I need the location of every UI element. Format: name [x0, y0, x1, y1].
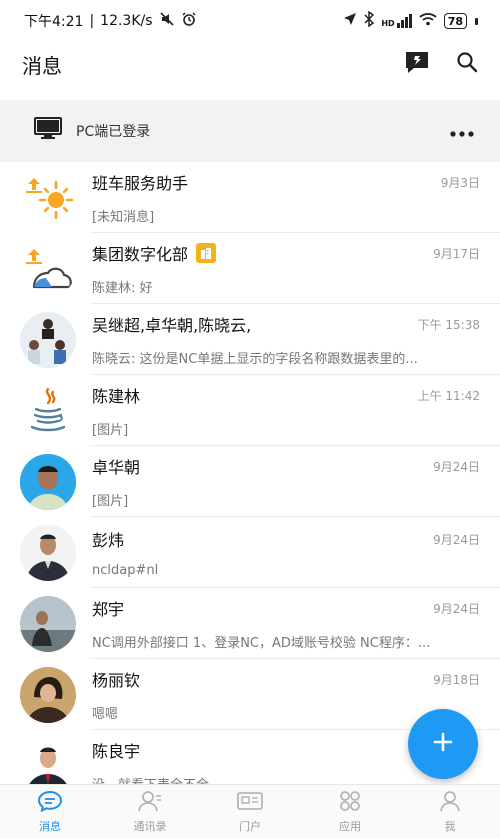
conversation-name: 集团数字化部 [92, 245, 189, 264]
battery-cap [475, 17, 478, 25]
tab-label: 我 [444, 819, 456, 833]
conversation-body: 班车服务助手 9月3日 [未知消息] [92, 170, 480, 225]
conversation-item[interactable]: 吴继超,卓华朝,陈晓云, 下午 15:38 陈晓云: 这份是NC单据上显示的字段… [0, 304, 500, 375]
conversation-body: 陈建林 上午 11:42 [图片] [92, 383, 480, 438]
conversation-time: 9月17日 [433, 246, 480, 261]
conversation-name: 彭炜 [92, 531, 125, 550]
conversation-preview: [未知消息] [92, 210, 155, 225]
bus-service-avatar [20, 170, 76, 226]
group-dept-avatar [20, 241, 76, 297]
conversation-item[interactable]: 卓华朝 9月24日 [图片] [0, 446, 500, 517]
tab-contacts[interactable]: 通讯录 [100, 785, 200, 838]
conversation-body: 郑宇 9月24日 NC调用外部接口 1、登录NC，AD域账号校验 NC程序：..… [92, 596, 480, 651]
status-separator: | [89, 13, 95, 29]
user-photo-avatar [20, 595, 76, 652]
conversation-time: 9月18日 [433, 672, 480, 687]
pc-login-banner[interactable]: PC端已登录 [0, 100, 500, 162]
pc-banner-left: PC端已登录 [34, 117, 150, 145]
conversation-preview: ncldap#nl [92, 563, 159, 578]
tab-me[interactable]: 我 [400, 785, 500, 838]
tab-messages[interactable]: 消息 [0, 785, 100, 838]
tab-apps[interactable]: 应用 [300, 785, 400, 838]
monitor-icon [34, 117, 62, 145]
conversation-name: 郑宇 [92, 600, 125, 619]
conversation-body: 彭炜 9月24日 ncldap#nl [92, 527, 480, 578]
location-icon [343, 12, 357, 30]
conversation-time: 9月24日 [433, 532, 480, 547]
status-speed: 12.3K/s [100, 13, 153, 29]
organization-badge-icon [196, 243, 217, 263]
status-bar: 下午4:21 | 12.3K/s HD 78 [0, 0, 500, 42]
conversation-time: 上午 11:42 [417, 388, 480, 403]
conversation-time: 9月3日 [440, 175, 480, 190]
conversation-preview: 陈建林: 好 [92, 281, 153, 296]
bottom-navigation: 消息 通讯录 门户 应用 我 [0, 784, 500, 838]
tab-label: 消息 [39, 819, 61, 833]
apps-grid-icon [337, 790, 363, 815]
page-title: 消息 [22, 53, 62, 78]
conversation-time: 9月24日 [433, 601, 480, 616]
conversation-item[interactable]: 陈建林 上午 11:42 [图片] [0, 375, 500, 446]
plus-icon [432, 731, 454, 757]
tab-label: 通讯录 [133, 819, 167, 833]
signal-icon: HD [381, 14, 412, 28]
more-options-icon[interactable] [450, 122, 474, 141]
conversation-name: 吴继超,卓华朝,陈晓云, [92, 316, 252, 335]
flag-message-icon[interactable] [404, 50, 430, 78]
portal-icon [236, 790, 264, 815]
bluetooth-icon [364, 10, 375, 31]
conversation-name: 陈建林 [92, 387, 141, 406]
conversation-preview: [图片] [92, 494, 129, 509]
status-left: 下午4:21 | 12.3K/s [24, 11, 197, 31]
conversation-name: 陈良宇 [92, 742, 141, 761]
user-photo-avatar [20, 453, 76, 510]
battery-level: 78 [447, 14, 463, 28]
conversation-body: 集团数字化部 9月17日 陈建林: 好 [92, 241, 480, 296]
conversation-preview: 陈晓云: 这份是NC单据上显示的字段名称跟数据表里的... [92, 352, 418, 367]
mute-icon [159, 11, 175, 31]
conversation-time: 9月24日 [433, 459, 480, 474]
header-actions [404, 50, 478, 78]
profile-icon [438, 790, 462, 815]
add-button[interactable] [408, 709, 478, 779]
battery-icon: 78 [443, 13, 467, 29]
conversation-item[interactable]: 集团数字化部 9月17日 陈建林: 好 [0, 233, 500, 304]
group-chat-avatar [20, 311, 76, 368]
tab-portal[interactable]: 门户 [200, 785, 300, 838]
conversation-preview: NC调用外部接口 1、登录NC，AD域账号校验 NC程序：... [92, 636, 431, 651]
network-type-label: HD [381, 19, 395, 28]
status-right: HD 78 [343, 10, 478, 31]
tab-label: 应用 [339, 819, 361, 833]
java-cup-avatar [20, 383, 76, 439]
alarm-icon [181, 11, 197, 31]
chat-bubble-icon [37, 790, 63, 815]
conversation-item[interactable]: 彭炜 9月24日 ncldap#nl [0, 517, 500, 588]
tab-label: 门户 [239, 819, 261, 833]
contacts-icon [137, 790, 163, 815]
user-photo-avatar [20, 666, 76, 723]
conversation-preview: [图片] [92, 423, 129, 438]
conversation-body: 卓华朝 9月24日 [图片] [92, 454, 480, 509]
status-time: 下午4:21 [24, 14, 84, 30]
conversation-item[interactable]: 班车服务助手 9月3日 [未知消息] [0, 162, 500, 233]
conversation-item[interactable]: 郑宇 9月24日 NC调用外部接口 1、登录NC，AD域账号校验 NC程序：..… [0, 588, 500, 659]
conversation-name: 班车服务助手 [92, 174, 189, 193]
conversation-name-wrap: 集团数字化部 [92, 241, 217, 265]
conversation-time: 下午 15:38 [417, 317, 480, 332]
app-header: 消息 [0, 42, 500, 86]
conversation-name: 杨丽钦 [92, 671, 141, 690]
search-icon[interactable] [456, 51, 478, 77]
conversation-name: 卓华朝 [92, 458, 141, 477]
conversation-list: 班车服务助手 9月3日 [未知消息] 集团数字化部 9月17日 陈建林: 好 吴… [0, 162, 500, 801]
conversation-body: 吴继超,卓华朝,陈晓云, 下午 15:38 陈晓云: 这份是NC单据上显示的字段… [92, 312, 480, 367]
wifi-icon [419, 12, 437, 30]
pc-banner-text: PC端已登录 [76, 124, 151, 140]
conversation-body: 杨丽钦 9月18日 嗯嗯 [92, 667, 480, 722]
user-photo-avatar [20, 524, 76, 581]
